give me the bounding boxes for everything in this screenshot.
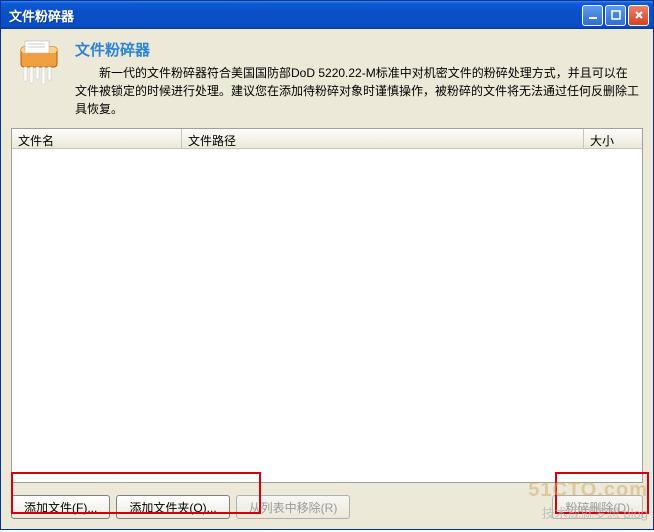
remove-button: 从列表中移除(R)	[236, 495, 351, 519]
page-title: 文件粉碎器	[75, 39, 639, 60]
column-header-size[interactable]: 大小	[584, 129, 642, 148]
page-description: 新一代的文件粉碎器符合美国国防部DoD 5220.22-M标准中对机密文件的粉碎…	[75, 64, 639, 118]
list-header: 文件名 文件路径 大小	[12, 129, 642, 149]
content-area: 文件粉碎器 新一代的文件粉碎器符合美国国防部DoD 5220.22-M标准中对机…	[1, 29, 653, 529]
column-header-filename[interactable]: 文件名	[12, 129, 182, 148]
list-body[interactable]	[12, 149, 642, 482]
shred-button: 粉碎删除(D)	[552, 495, 643, 519]
file-list[interactable]: 文件名 文件路径 大小	[11, 128, 643, 483]
maximize-button[interactable]	[605, 5, 626, 26]
window-controls	[582, 5, 649, 26]
file-shredder-window: 文件粉碎器	[0, 0, 654, 530]
titlebar: 文件粉碎器	[1, 1, 653, 29]
add-folder-button[interactable]: 添加文件夹(O)...	[116, 495, 229, 519]
header-row: 文件粉碎器 新一代的文件粉碎器符合美国国防部DoD 5220.22-M标准中对机…	[11, 37, 643, 122]
window-title: 文件粉碎器	[9, 6, 582, 25]
header-text: 文件粉碎器 新一代的文件粉碎器符合美国国防部DoD 5220.22-M标准中对机…	[75, 39, 639, 118]
add-file-button[interactable]: 添加文件(F)...	[11, 495, 110, 519]
shredder-icon	[15, 39, 63, 87]
column-header-filepath[interactable]: 文件路径	[182, 129, 584, 148]
close-button[interactable]	[628, 5, 649, 26]
toolbar: 添加文件(F)... 添加文件夹(O)... 从列表中移除(R) 粉碎删除(D)	[11, 489, 643, 519]
minimize-button[interactable]	[582, 5, 603, 26]
